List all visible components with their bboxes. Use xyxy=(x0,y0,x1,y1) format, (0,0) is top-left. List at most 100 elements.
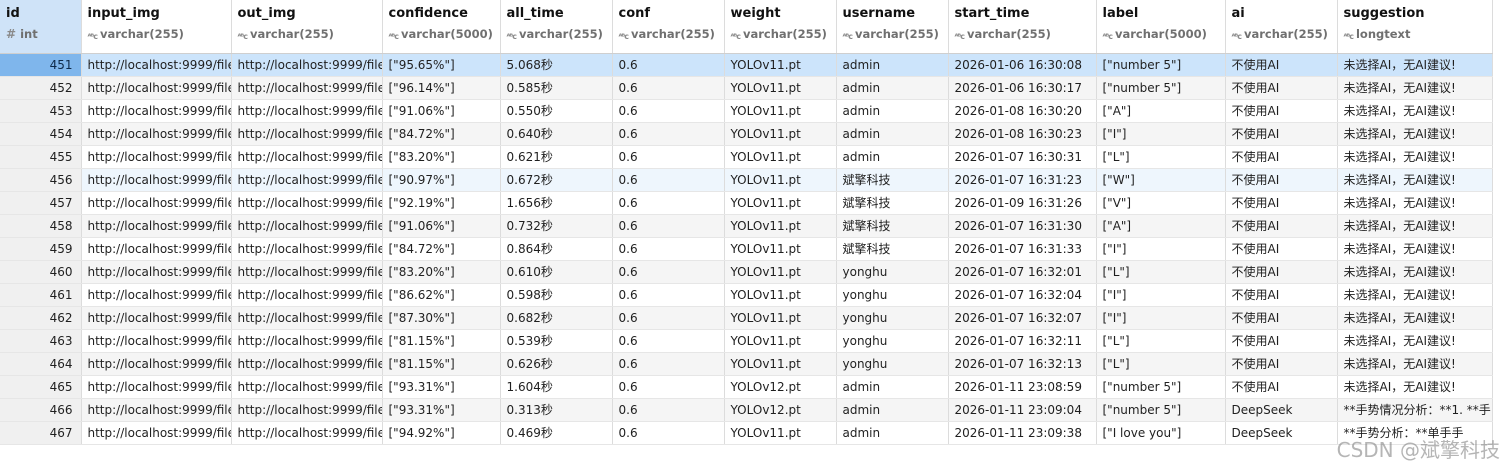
cell-label[interactable]: ["number 5"] xyxy=(1096,398,1226,422)
cell-start-time[interactable]: 2026-01-07 16:32:04 xyxy=(948,283,1097,307)
cell-username[interactable]: admin xyxy=(836,53,949,77)
cell-out-img[interactable]: http://localhost:9999/file xyxy=(231,237,383,261)
cell-conf[interactable]: 0.6 xyxy=(612,283,725,307)
column-header-label[interactable]: label ᴬᴮc varchar(5000) xyxy=(1096,0,1226,54)
cell-weight[interactable]: YOLOv11.pt xyxy=(724,283,837,307)
cell-input-img[interactable]: http://localhost:9999/file xyxy=(81,191,232,215)
cell-label[interactable]: ["number 5"] xyxy=(1096,53,1226,77)
table-row[interactable]: 466 http://localhost:9999/file http://loca… xyxy=(0,398,1493,422)
cell-weight[interactable]: YOLOv11.pt xyxy=(724,329,837,353)
cell-input-img[interactable]: http://localhost:9999/file xyxy=(81,76,232,100)
cell-conf[interactable]: 0.6 xyxy=(612,237,725,261)
cell-suggestion[interactable]: 未选择AI，无AI建议! xyxy=(1337,99,1493,123)
cell-weight[interactable]: YOLOv11.pt xyxy=(724,122,837,146)
cell-id[interactable]: 459 xyxy=(0,237,82,261)
cell-id[interactable]: 464 xyxy=(0,352,82,376)
cell-conf[interactable]: 0.6 xyxy=(612,214,725,238)
cell-conf[interactable]: 0.6 xyxy=(612,421,725,445)
cell-label[interactable]: ["I"] xyxy=(1096,237,1226,261)
cell-ai[interactable]: 不使用AI xyxy=(1225,99,1338,123)
cell-input-img[interactable]: http://localhost:9999/file xyxy=(81,329,232,353)
cell-all-time[interactable]: 0.672秒 xyxy=(500,168,613,192)
cell-label[interactable]: ["L"] xyxy=(1096,260,1226,284)
cell-confidence[interactable]: ["81.15%"] xyxy=(382,329,501,353)
cell-all-time[interactable]: 0.682秒 xyxy=(500,306,613,330)
cell-id[interactable]: 465 xyxy=(0,375,82,399)
cell-suggestion[interactable]: 未选择AI，无AI建议! xyxy=(1337,306,1493,330)
cell-label[interactable]: ["number 5"] xyxy=(1096,76,1226,100)
table-row[interactable]: 452 http://localhost:9999/file http://loca… xyxy=(0,76,1493,100)
cell-username[interactable]: yonghu xyxy=(836,329,949,353)
cell-label[interactable]: ["L"] xyxy=(1096,352,1226,376)
cell-label[interactable]: ["A"] xyxy=(1096,99,1226,123)
cell-confidence[interactable]: ["90.97%"] xyxy=(382,168,501,192)
cell-ai[interactable]: 不使用AI xyxy=(1225,145,1338,169)
cell-conf[interactable]: 0.6 xyxy=(612,122,725,146)
cell-ai[interactable]: 不使用AI xyxy=(1225,76,1338,100)
cell-all-time[interactable]: 0.539秒 xyxy=(500,329,613,353)
cell-ai[interactable]: 不使用AI xyxy=(1225,283,1338,307)
cell-conf[interactable]: 0.6 xyxy=(612,352,725,376)
cell-weight[interactable]: YOLOv11.pt xyxy=(724,306,837,330)
cell-input-img[interactable]: http://localhost:9999/file xyxy=(81,398,232,422)
cell-suggestion[interactable]: 未选择AI，无AI建议! xyxy=(1337,145,1493,169)
cell-input-img[interactable]: http://localhost:9999/file xyxy=(81,260,232,284)
table-row[interactable]: 467 http://localhost:9999/file http://loca… xyxy=(0,421,1493,445)
cell-suggestion[interactable]: 未选择AI，无AI建议! xyxy=(1337,283,1493,307)
column-header-input-img[interactable]: input_img ᴬᴮc varchar(255) xyxy=(81,0,232,54)
cell-confidence[interactable]: ["91.06%"] xyxy=(382,99,501,123)
cell-conf[interactable]: 0.6 xyxy=(612,76,725,100)
cell-conf[interactable]: 0.6 xyxy=(612,260,725,284)
cell-start-time[interactable]: 2026-01-07 16:30:31 xyxy=(948,145,1097,169)
column-header-id[interactable]: id # int xyxy=(0,0,82,54)
cell-label[interactable]: ["W"] xyxy=(1096,168,1226,192)
cell-conf[interactable]: 0.6 xyxy=(612,306,725,330)
cell-conf[interactable]: 0.6 xyxy=(612,145,725,169)
cell-out-img[interactable]: http://localhost:9999/file xyxy=(231,329,383,353)
cell-suggestion[interactable]: 未选择AI，无AI建议! xyxy=(1337,352,1493,376)
cell-username[interactable]: 斌擎科技 xyxy=(836,168,949,192)
cell-confidence[interactable]: ["94.92%"] xyxy=(382,421,501,445)
cell-username[interactable]: yonghu xyxy=(836,260,949,284)
cell-input-img[interactable]: http://localhost:9999/file xyxy=(81,145,232,169)
cell-input-img[interactable]: http://localhost:9999/file xyxy=(81,237,232,261)
cell-weight[interactable]: YOLOv11.pt xyxy=(724,260,837,284)
column-header-weight[interactable]: weight ᴬᴮc varchar(255) xyxy=(724,0,837,54)
cell-label[interactable]: ["I"] xyxy=(1096,306,1226,330)
cell-ai[interactable]: 不使用AI xyxy=(1225,191,1338,215)
cell-confidence[interactable]: ["81.15%"] xyxy=(382,352,501,376)
table-row[interactable]: 459 http://localhost:9999/file http://loca… xyxy=(0,237,1493,261)
cell-all-time[interactable]: 0.621秒 xyxy=(500,145,613,169)
cell-id[interactable]: 467 xyxy=(0,421,82,445)
cell-conf[interactable]: 0.6 xyxy=(612,398,725,422)
cell-input-img[interactable]: http://localhost:9999/file xyxy=(81,283,232,307)
cell-username[interactable]: admin xyxy=(836,398,949,422)
cell-confidence[interactable]: ["83.20%"] xyxy=(382,260,501,284)
column-header-all-time[interactable]: all_time ᴬᴮc varchar(255) xyxy=(500,0,613,54)
cell-start-time[interactable]: 2026-01-07 16:32:01 xyxy=(948,260,1097,284)
table-row[interactable]: 461 http://localhost:9999/file http://loca… xyxy=(0,283,1493,307)
cell-username[interactable]: yonghu xyxy=(836,352,949,376)
cell-weight[interactable]: YOLOv11.pt xyxy=(724,352,837,376)
cell-start-time[interactable]: 2026-01-11 23:09:38 xyxy=(948,421,1097,445)
cell-confidence[interactable]: ["83.20%"] xyxy=(382,145,501,169)
cell-id[interactable]: 457 xyxy=(0,191,82,215)
cell-all-time[interactable]: 0.640秒 xyxy=(500,122,613,146)
cell-start-time[interactable]: 2026-01-06 16:30:08 xyxy=(948,53,1097,77)
cell-out-img[interactable]: http://localhost:9999/file xyxy=(231,76,383,100)
cell-username[interactable]: yonghu xyxy=(836,283,949,307)
cell-label[interactable]: ["I love you"] xyxy=(1096,421,1226,445)
cell-confidence[interactable]: ["84.72%"] xyxy=(382,237,501,261)
cell-id[interactable]: 452 xyxy=(0,76,82,100)
cell-ai[interactable]: 不使用AI xyxy=(1225,352,1338,376)
cell-ai[interactable]: 不使用AI xyxy=(1225,329,1338,353)
cell-start-time[interactable]: 2026-01-11 23:09:04 xyxy=(948,398,1097,422)
cell-suggestion[interactable]: 未选择AI，无AI建议! xyxy=(1337,260,1493,284)
cell-id[interactable]: 455 xyxy=(0,145,82,169)
cell-out-img[interactable]: http://localhost:9999/file xyxy=(231,122,383,146)
cell-out-img[interactable]: http://localhost:9999/file xyxy=(231,283,383,307)
cell-label[interactable]: ["L"] xyxy=(1096,145,1226,169)
cell-all-time[interactable]: 0.598秒 xyxy=(500,283,613,307)
cell-all-time[interactable]: 5.068秒 xyxy=(500,53,613,77)
column-header-start-time[interactable]: start_time ᴬᴮc varchar(255) xyxy=(948,0,1097,54)
